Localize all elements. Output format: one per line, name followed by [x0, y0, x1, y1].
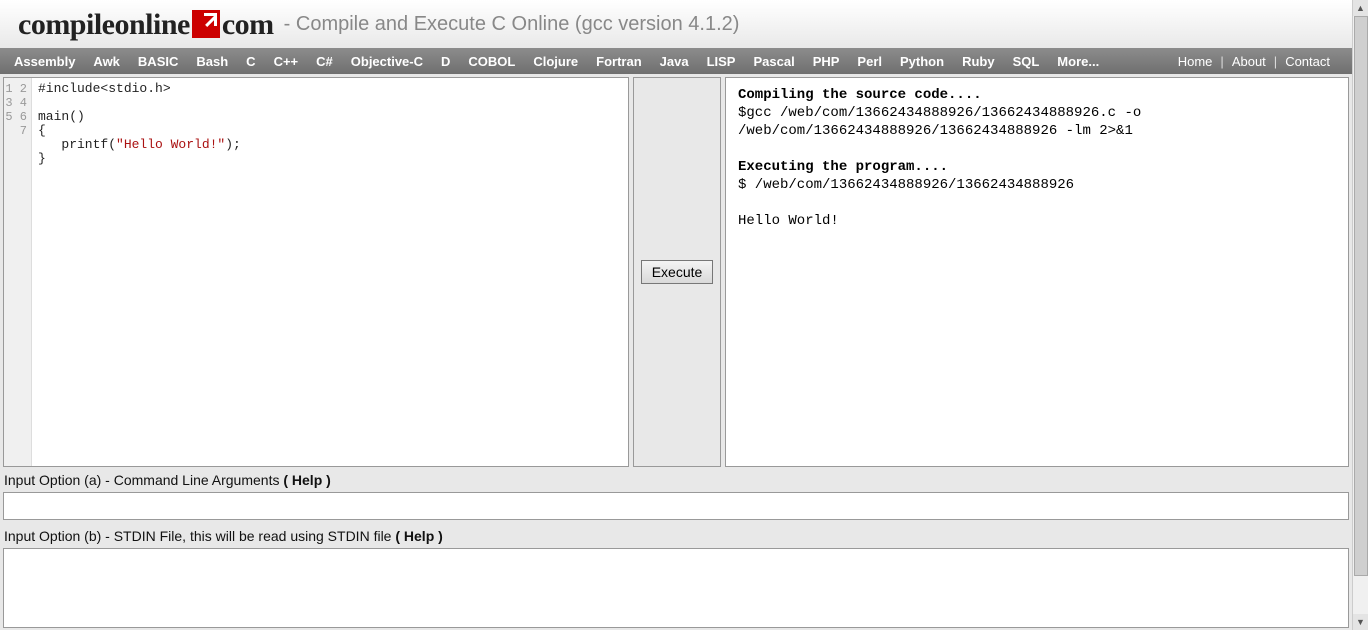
nav-about[interactable]: About — [1232, 54, 1266, 69]
nav-cobol[interactable]: COBOL — [468, 54, 515, 69]
option-b-help-link[interactable]: ( Help ) — [395, 528, 442, 544]
nav-java[interactable]: Java — [660, 54, 689, 69]
scroll-down-icon[interactable]: ▼ — [1353, 614, 1368, 630]
nav-perl[interactable]: Perl — [857, 54, 882, 69]
main-area: 1 2 3 4 5 6 7 #include<stdio.h> main() {… — [0, 74, 1352, 470]
vertical-scrollbar[interactable]: ▲ ▼ — [1352, 0, 1368, 630]
scroll-up-icon[interactable]: ▲ — [1353, 0, 1368, 16]
option-a-help-link[interactable]: ( Help ) — [283, 472, 330, 488]
page-tagline: - Compile and Execute C Online (gcc vers… — [284, 13, 740, 36]
execute-column: Execute — [633, 77, 721, 467]
code-editor-panel: 1 2 3 4 5 6 7 #include<stdio.h> main() {… — [3, 77, 629, 467]
option-b-input[interactable] — [3, 548, 1349, 628]
output-exec-header: Executing the program.... — [738, 159, 948, 175]
line-number-gutter: 1 2 3 4 5 6 7 — [4, 78, 32, 466]
nav-ruby[interactable]: Ruby — [962, 54, 995, 69]
nav-python[interactable]: Python — [900, 54, 944, 69]
nav-objc[interactable]: Objective-C — [351, 54, 423, 69]
nav-clojure[interactable]: Clojure — [533, 54, 578, 69]
logo-text-right: com — [222, 8, 274, 42]
language-navbar: Assembly Awk BASIC Bash C C++ C# Objecti… — [0, 48, 1352, 74]
page-header: compileonline com - Compile and Execute … — [0, 0, 1352, 48]
nav-c[interactable]: C — [246, 54, 255, 69]
output-panel: Compiling the source code.... $gcc /web/… — [725, 77, 1349, 467]
logo-text-left: compileonline — [18, 8, 190, 42]
code-editor[interactable]: #include<stdio.h> main() { printf("Hello… — [32, 78, 628, 466]
nav-home[interactable]: Home — [1178, 54, 1213, 69]
nav-basic[interactable]: BASIC — [138, 54, 178, 69]
option-b-label: Input Option (b) - STDIN File, this will… — [0, 526, 1352, 546]
execute-button[interactable]: Execute — [641, 260, 714, 284]
nav-sql[interactable]: SQL — [1013, 54, 1040, 69]
nav-more[interactable]: More... — [1057, 54, 1099, 69]
nav-awk[interactable]: Awk — [93, 54, 120, 69]
nav-contact[interactable]: Contact — [1285, 54, 1330, 69]
output-compile-cmd: $gcc /web/com/13662434888926/13662434888… — [738, 105, 1150, 139]
arrow-icon — [192, 10, 220, 38]
nav-d[interactable]: D — [441, 54, 450, 69]
output-compile-header: Compiling the source code.... — [738, 87, 982, 103]
nav-sep: | — [1274, 54, 1277, 69]
site-logo[interactable]: compileonline com — [18, 6, 274, 42]
output-exec-cmd: $ /web/com/13662434888926/13662434888926 — [738, 177, 1074, 193]
nav-sep: | — [1220, 54, 1223, 69]
nav-csharp[interactable]: C# — [316, 54, 333, 69]
nav-fortran[interactable]: Fortran — [596, 54, 642, 69]
nav-php[interactable]: PHP — [813, 54, 840, 69]
nav-assembly[interactable]: Assembly — [14, 54, 75, 69]
nav-pascal[interactable]: Pascal — [753, 54, 794, 69]
nav-cpp[interactable]: C++ — [274, 54, 299, 69]
scroll-thumb[interactable] — [1354, 16, 1368, 576]
nav-bash[interactable]: Bash — [196, 54, 228, 69]
option-a-label: Input Option (a) - Command Line Argument… — [0, 470, 1352, 490]
option-a-input[interactable] — [3, 492, 1349, 520]
nav-lisp[interactable]: LISP — [707, 54, 736, 69]
output-result: Hello World! — [738, 213, 839, 229]
